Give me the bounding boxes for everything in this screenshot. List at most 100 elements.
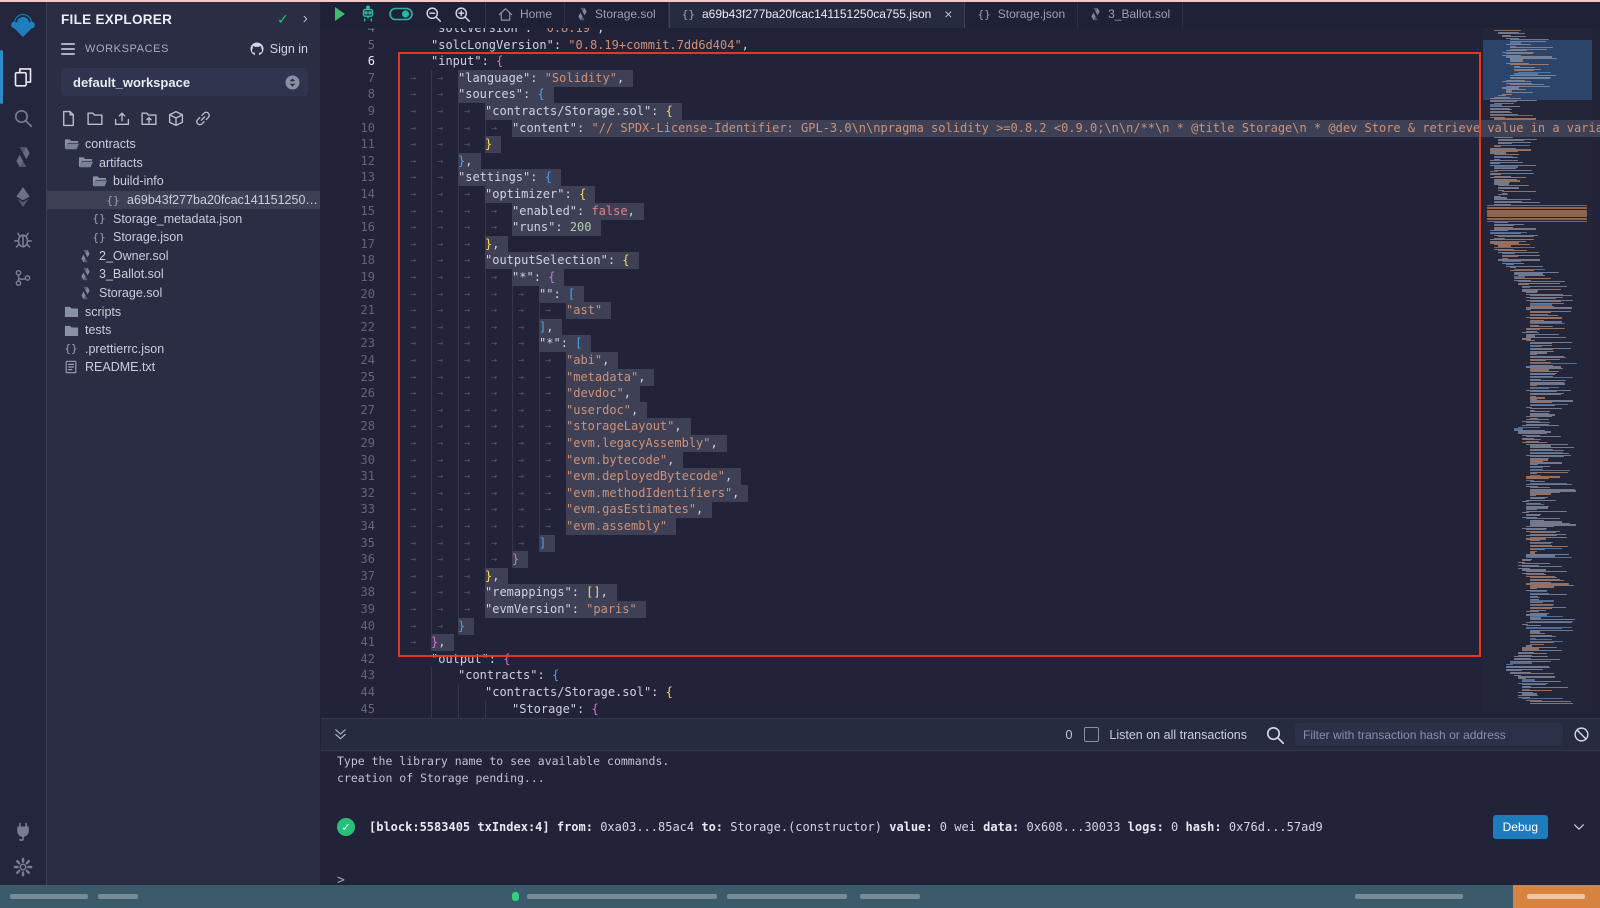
code-line[interactable]: 20→→→→→"": [ bbox=[321, 286, 1481, 303]
listen-all-checkbox[interactable] bbox=[1084, 727, 1099, 742]
tree-item-3-ballot-sol[interactable]: 3_Ballot.sol bbox=[47, 265, 320, 284]
hamburger-icon[interactable] bbox=[61, 40, 75, 58]
code-line[interactable]: 5"solcLongVersion": "0.8.19+commit.7dd6d… bbox=[321, 37, 1481, 54]
code-line[interactable]: 28→→→→→→"storageLayout", bbox=[321, 418, 1481, 435]
code-line[interactable]: 9→→→"contracts/Storage.sol": { bbox=[321, 103, 1481, 120]
tree-item-contracts[interactable]: contracts bbox=[47, 135, 320, 154]
tree-item-storage-json[interactable]: {}Storage.json bbox=[47, 228, 320, 247]
code-line[interactable]: 25→→→→→→"metadata", bbox=[321, 369, 1481, 386]
rail-icon-settings[interactable] bbox=[0, 850, 46, 884]
rail-icon-solidity-compiler[interactable] bbox=[0, 140, 46, 174]
code-line[interactable]: 40→→} bbox=[321, 618, 1481, 635]
assistant-button[interactable] bbox=[359, 5, 377, 23]
code-line[interactable]: 13→→"settings": { bbox=[321, 169, 1481, 186]
close-tab-icon[interactable]: × bbox=[944, 7, 952, 21]
tab-storage-sol[interactable]: Storage.sol bbox=[565, 0, 669, 28]
new-folder-icon[interactable] bbox=[86, 110, 104, 127]
code-line[interactable]: 30→→→→→→"evm.bytecode", bbox=[321, 452, 1481, 469]
rail-icon-plugin-manager[interactable] bbox=[0, 814, 46, 848]
code-line[interactable]: 36→→→→} bbox=[321, 551, 1481, 568]
code-line[interactable]: 24→→→→→→"abi", bbox=[321, 352, 1481, 369]
tree-item-2-owner-sol[interactable]: 2_Owner.sol bbox=[47, 247, 320, 266]
code-line[interactable]: 29→→→→→→"evm.legacyAssembly", bbox=[321, 435, 1481, 452]
run-script-button[interactable] bbox=[333, 6, 347, 22]
code-line[interactable]: 12→→}, bbox=[321, 153, 1481, 170]
tree-item-readme-txt[interactable]: README.txt bbox=[47, 358, 320, 377]
code-line[interactable]: 41→}, bbox=[321, 634, 1481, 651]
minimap-code-row bbox=[1494, 199, 1531, 200]
code-line[interactable]: 39→→→"evmVersion": "paris" bbox=[321, 601, 1481, 618]
code-line[interactable]: 32→→→→→→"evm.methodIdentifiers", bbox=[321, 485, 1481, 502]
tree-item-storage-sol[interactable]: Storage.sol bbox=[47, 284, 320, 303]
rail-icon-git[interactable] bbox=[0, 261, 46, 295]
tab-home[interactable]: Home bbox=[486, 0, 565, 28]
rail-icon-search[interactable] bbox=[0, 101, 46, 135]
upload-file-icon[interactable] bbox=[113, 110, 131, 127]
code-line[interactable]: 10→→→→"content": "// SPDX-License-Identi… bbox=[321, 120, 1481, 137]
tree-item-storage-metadata-json[interactable]: {}Storage_metadata.json bbox=[47, 209, 320, 228]
code-line[interactable]: 33→→→→→→"evm.gasEstimates", bbox=[321, 501, 1481, 518]
code-line[interactable]: 6"input": { bbox=[321, 53, 1481, 70]
code-line[interactable]: 35→→→→→] bbox=[321, 535, 1481, 552]
transaction-filter-input[interactable] bbox=[1295, 723, 1563, 746]
zoom-out-button[interactable] bbox=[425, 6, 442, 23]
code-line[interactable]: 21→→→→→→"ast" bbox=[321, 302, 1481, 319]
rail-icon-file-explorer[interactable] bbox=[0, 60, 46, 94]
code-line[interactable]: 22→→→→→], bbox=[321, 319, 1481, 336]
rail-icon-remix-logo[interactable] bbox=[0, 8, 46, 42]
editor-toggle[interactable] bbox=[389, 6, 413, 22]
code-line[interactable]: 18→→→"outputSelection": { bbox=[321, 252, 1481, 269]
tree-item-build-info[interactable]: build-info bbox=[47, 172, 320, 191]
tab-storage-json[interactable]: {}Storage.json bbox=[965, 0, 1078, 28]
code-line[interactable]: 26→→→→→→"devdoc", bbox=[321, 385, 1481, 402]
code-line[interactable]: 16→→→→"runs": 200 bbox=[321, 219, 1481, 236]
tree-item-scripts[interactable]: scripts bbox=[47, 302, 320, 321]
link-icon[interactable] bbox=[194, 110, 212, 127]
tree-item-artifacts[interactable]: artifacts bbox=[47, 154, 320, 173]
code-line[interactable]: 45"Storage": { bbox=[321, 701, 1481, 718]
expand-tx-icon[interactable] bbox=[1572, 820, 1586, 834]
scam-alert-badge[interactable] bbox=[1513, 885, 1600, 908]
rail-icon-deploy-run[interactable] bbox=[0, 180, 46, 214]
code-line[interactable]: 7→→"language": "Solidity", bbox=[321, 70, 1481, 87]
upload-folder-icon[interactable] bbox=[140, 110, 158, 127]
code-line[interactable]: 11→→→} bbox=[321, 136, 1481, 153]
tab-whitespace-arrow: → bbox=[518, 352, 524, 369]
cube-icon[interactable] bbox=[167, 110, 185, 127]
code-text: "language": "Solidity", bbox=[458, 70, 633, 87]
code-editor[interactable]: 4"solcVersion": "0.8.19",5"solcLongVersi… bbox=[321, 28, 1600, 718]
workspace-select[interactable]: default_workspace bbox=[61, 68, 308, 96]
code-line[interactable]: 42"output": { bbox=[321, 651, 1481, 668]
zoom-in-button[interactable] bbox=[454, 6, 471, 23]
terminal-prompt[interactable]: > bbox=[321, 847, 1600, 888]
collapse-terminal-icon[interactable] bbox=[333, 727, 348, 742]
tab-whitespace-arrow: → bbox=[518, 385, 524, 402]
code-line[interactable]: 14→→→"optimizer": { bbox=[321, 186, 1481, 203]
code-text: "contracts/Storage.sol": { bbox=[485, 103, 682, 120]
tab-a69b43f277ba20fcac141151250ca755-json[interactable]: {}a69b43f277ba20fcac141151250ca755.json× bbox=[669, 0, 966, 28]
code-line[interactable]: 43"contracts": { bbox=[321, 667, 1481, 684]
new-file-icon[interactable] bbox=[60, 110, 77, 127]
sign-in-button[interactable]: Sign in bbox=[249, 41, 308, 57]
code-line[interactable]: 15→→→→"enabled": false, bbox=[321, 203, 1481, 220]
chevron-right-icon[interactable]: › bbox=[303, 10, 308, 28]
search-icon[interactable] bbox=[1265, 725, 1285, 745]
clear-console-icon[interactable] bbox=[1573, 726, 1590, 743]
tree-item-a69b43f277ba20fcac141151250ca7-[interactable]: {}a69b43f277ba20fcac141151250ca7... bbox=[47, 191, 320, 210]
code-line[interactable]: 37→→→}, bbox=[321, 568, 1481, 585]
code-line[interactable]: 38→→→"remappings": [], bbox=[321, 584, 1481, 601]
code-line[interactable]: 27→→→→→→"userdoc", bbox=[321, 402, 1481, 419]
transaction-log-row[interactable]: ✓ [block:5583405 txIndex:4] from: 0xa03.… bbox=[321, 807, 1600, 847]
code-line[interactable]: 34→→→→→→"evm.assembly" bbox=[321, 518, 1481, 535]
code-line[interactable]: 19→→→→"*": { bbox=[321, 269, 1481, 286]
code-line[interactable]: 44"contracts/Storage.sol": { bbox=[321, 684, 1481, 701]
code-line[interactable]: 8→→"sources": { bbox=[321, 86, 1481, 103]
code-line[interactable]: 31→→→→→→"evm.deployedBytecode", bbox=[321, 468, 1481, 485]
rail-icon-debugger[interactable] bbox=[0, 222, 46, 256]
tree-item-tests[interactable]: tests bbox=[47, 321, 320, 340]
tab-3-ballot-sol[interactable]: 3_Ballot.sol bbox=[1078, 0, 1183, 28]
code-line[interactable]: 23→→→→→"*": [ bbox=[321, 335, 1481, 352]
debug-button[interactable]: Debug bbox=[1493, 815, 1548, 839]
code-line[interactable]: 17→→→}, bbox=[321, 236, 1481, 253]
tree-item--prettierrc-json[interactable]: {}.prettierrc.json bbox=[47, 340, 320, 359]
